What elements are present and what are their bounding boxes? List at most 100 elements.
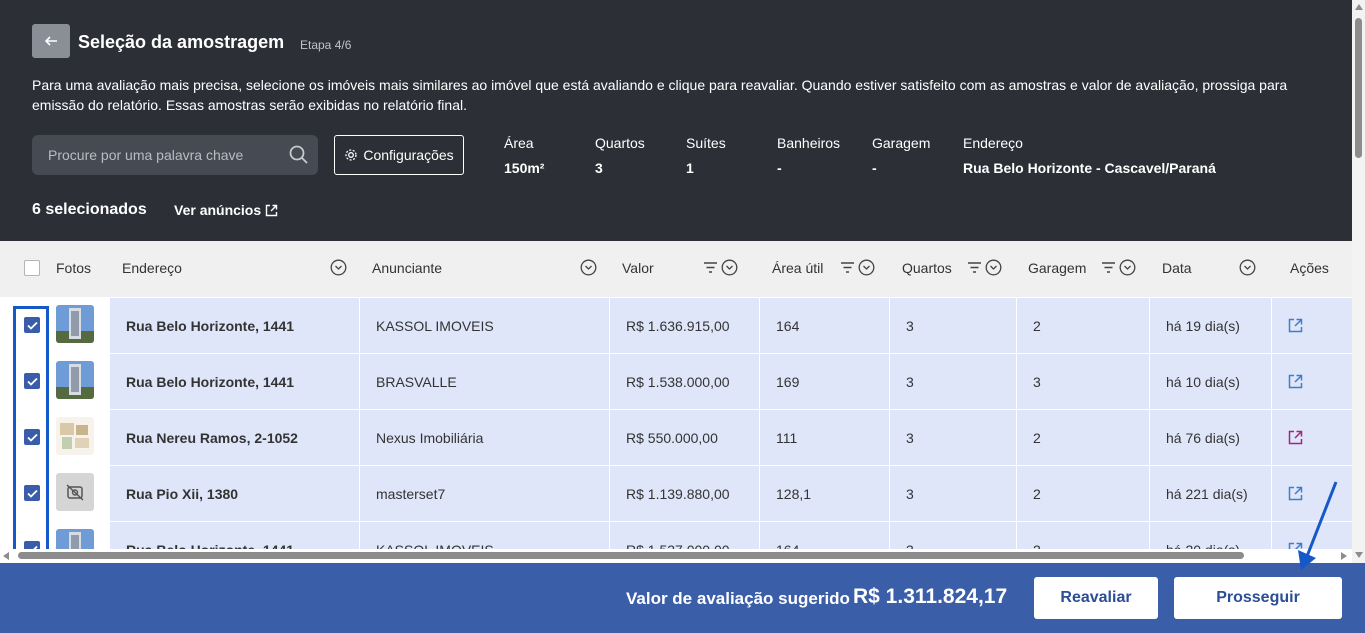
photo-floorplan-thumbnail[interactable] xyxy=(56,417,94,455)
no-photo-icon[interactable] xyxy=(56,473,94,511)
cell-quartos: 3 xyxy=(890,297,1017,353)
cell-data: há 10 dia(s) xyxy=(1150,353,1272,409)
cell-valor: R$ 550.000,00 xyxy=(610,409,760,465)
col-garagem: Garagem xyxy=(1028,260,1087,276)
step-indicator: Etapa 4/6 xyxy=(300,38,352,52)
photo-building-thumbnail[interactable] xyxy=(56,305,94,343)
cell-anunciante: KASSOL IMOVEIS xyxy=(360,297,610,353)
horizontal-scrollbar[interactable] xyxy=(0,549,1352,563)
chevron-down-icon[interactable] xyxy=(858,259,875,276)
scroll-left-icon[interactable] xyxy=(3,552,10,560)
annotation-arrow-icon xyxy=(1298,481,1338,570)
cell-endereco: Rua Pio Xii, 1380 xyxy=(110,465,360,521)
cell-acoes xyxy=(1272,353,1352,409)
table-header: Fotos Endereço Anunciante Valor Área úti… xyxy=(0,241,1352,297)
settings-button[interactable]: Configurações xyxy=(334,135,464,175)
cell-anunciante: Nexus Imobiliária xyxy=(360,409,610,465)
arrow-left-icon xyxy=(44,36,57,46)
cell-area: 128,1 xyxy=(760,465,890,521)
reavaliar-button[interactable]: Reavaliar xyxy=(1034,577,1158,619)
cell-area: 164 xyxy=(760,297,890,353)
cell-valor: R$ 1.538.000,00 xyxy=(610,353,760,409)
cell-data: há 76 dia(s) xyxy=(1150,409,1272,465)
filter-icon[interactable] xyxy=(702,259,719,276)
cell-endereco: Rua Belo Horizonte, 1441 xyxy=(110,521,360,549)
select-all-checkbox[interactable] xyxy=(24,260,40,276)
search-icon[interactable] xyxy=(288,144,310,166)
chevron-down-icon[interactable] xyxy=(580,259,597,276)
vertical-scrollbar[interactable] xyxy=(1352,0,1365,563)
stat-garagem-label: Garagem xyxy=(872,135,931,151)
cell-garagem: 2 xyxy=(1017,465,1150,521)
filter-icon[interactable] xyxy=(966,259,983,276)
col-endereco: Endereço xyxy=(122,260,182,276)
cell-endereco: Rua Belo Horizonte, 1441 xyxy=(110,353,360,409)
scroll-up-icon[interactable] xyxy=(1355,4,1363,11)
cell-anunciante: masterset7 xyxy=(360,465,610,521)
cell-data: há 19 dia(s) xyxy=(1150,297,1272,353)
stat-garagem: Garagem - xyxy=(872,135,930,176)
chevron-down-icon[interactable] xyxy=(1239,259,1256,276)
page-title: Seleção da amostragem xyxy=(78,32,285,52)
chevron-down-icon[interactable] xyxy=(721,259,738,276)
stat-quartos-value: 3 xyxy=(595,160,603,176)
vertical-scroll-thumb[interactable] xyxy=(1355,18,1362,158)
stat-endereco: Endereço Rua Belo Horizonte - Cascavel/P… xyxy=(963,135,1216,176)
stat-quartos-label: Quartos xyxy=(595,135,645,151)
cell-garagem: 3 xyxy=(1017,353,1150,409)
stat-area-label: Área xyxy=(504,135,534,151)
cell-acoes xyxy=(1272,409,1352,465)
chevron-down-icon[interactable] xyxy=(1119,259,1136,276)
table-row[interactable]: Rua Belo Horizonte, 1441 BRASVALLE R$ 1.53… xyxy=(0,353,1352,409)
cell-anunciante: BRASVALLE xyxy=(360,353,610,409)
suggested-value-label: Valor de avaliação sugerido xyxy=(626,589,850,608)
col-area: Área útil xyxy=(772,260,824,276)
cell-valor: R$ 1.537.000,00 xyxy=(610,521,760,549)
settings-label: Configurações xyxy=(363,147,454,163)
samples-table: Fotos Endereço Anunciante Valor Área úti… xyxy=(0,241,1352,549)
photo-building-thumbnail[interactable] xyxy=(56,361,94,399)
prosseguir-button[interactable]: Prosseguir xyxy=(1174,577,1342,619)
chevron-down-icon[interactable] xyxy=(330,259,347,276)
table-row[interactable]: Rua Nereu Ramos, 2-1052 Nexus Imobiliária… xyxy=(0,409,1352,465)
external-link-icon[interactable] xyxy=(1288,430,1303,445)
cell-valor: R$ 1.139.880,00 xyxy=(610,465,760,521)
col-fotos: Fotos xyxy=(56,260,92,276)
gear-icon xyxy=(345,149,358,161)
view-listings-link[interactable]: Ver anúncios xyxy=(174,202,278,218)
filter-icon[interactable] xyxy=(1100,259,1117,276)
cell-endereco: Rua Nereu Ramos, 2-1052 xyxy=(110,409,360,465)
stat-suites-label: Suítes xyxy=(686,135,726,151)
search-input[interactable] xyxy=(32,135,282,175)
stat-suites-value: 1 xyxy=(686,160,694,176)
footer-bar: Valor de avaliação sugerido R$ 1.311.824… xyxy=(0,563,1365,633)
cell-quartos: 3 xyxy=(890,521,1017,549)
chevron-down-icon[interactable] xyxy=(985,259,1002,276)
col-quartos: Quartos xyxy=(902,260,952,276)
external-link-icon[interactable] xyxy=(1288,374,1303,389)
cell-data: há 221 dia(s) xyxy=(1150,465,1272,521)
cell-quartos: 3 xyxy=(890,409,1017,465)
cell-garagem: 2 xyxy=(1017,409,1150,465)
back-button[interactable] xyxy=(32,24,70,58)
view-listings-label: Ver anúncios xyxy=(174,202,262,218)
stat-banheiros: Banheiros - xyxy=(777,135,840,176)
col-valor: Valor xyxy=(622,260,654,276)
photo-building-thumbnail[interactable] xyxy=(56,529,94,549)
stat-endereco-label: Endereço xyxy=(963,135,1023,151)
cell-garagem: 2 xyxy=(1017,521,1150,549)
search-box xyxy=(32,135,318,175)
horizontal-scroll-thumb[interactable] xyxy=(18,552,1244,559)
stat-suites: Suítes 1 xyxy=(686,135,726,176)
table-row[interactable]: Rua Pio Xii, 1380 masterset7 R$ 1.139.880,… xyxy=(0,465,1352,521)
stat-banheiros-value: - xyxy=(777,160,782,176)
external-link-icon[interactable] xyxy=(1288,318,1303,333)
col-data: Data xyxy=(1162,260,1192,276)
selected-count: 6 selecionados xyxy=(32,201,147,218)
table-row[interactable]: Rua Belo Horizonte, 1441KASSOL IMOVEISR$… xyxy=(0,297,1352,353)
scroll-down-icon[interactable] xyxy=(1355,551,1363,558)
filter-icon[interactable] xyxy=(839,259,856,276)
table-row[interactable]: Rua Belo Horizonte, 1441KASSOL IMOVEISR$… xyxy=(0,521,1352,549)
stat-area: Área 150m² xyxy=(504,135,544,176)
cell-quartos: 3 xyxy=(890,465,1017,521)
